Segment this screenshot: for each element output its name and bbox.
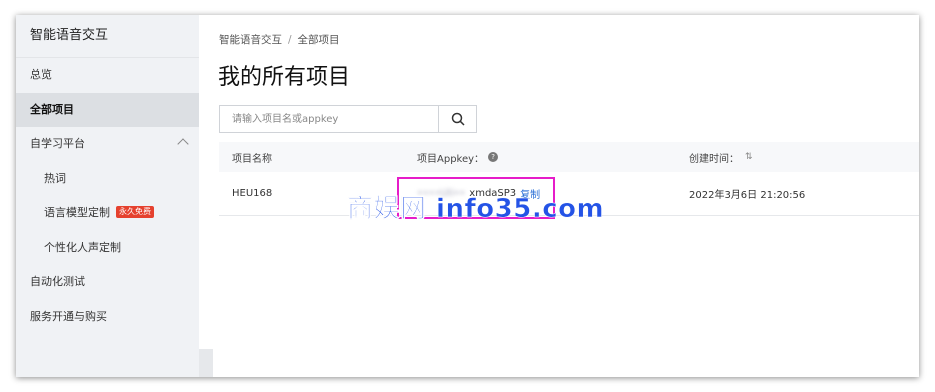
search-input[interactable] xyxy=(220,106,438,132)
search-box xyxy=(219,105,477,133)
created-time-cell: 2022年3月6日 21:20:56 xyxy=(689,190,806,201)
search-icon xyxy=(451,112,465,126)
sidebar-item-hotwords[interactable]: 热词 xyxy=(16,162,199,197)
sidebar-item-overview[interactable]: 总览 xyxy=(16,58,199,93)
watermark: 商娱网 info35.com xyxy=(347,194,605,225)
sidebar-item-purchase[interactable]: 服务开通与购买 xyxy=(16,300,199,335)
help-icon[interactable]: ? xyxy=(488,152,499,162)
page-title: 我的所有项目 xyxy=(218,65,351,90)
sort-icon[interactable]: ⇅ xyxy=(745,152,753,162)
sidebar-item-custom-voice[interactable]: 个性化人声定制 xyxy=(16,231,199,266)
breadcrumb: 智能语音交互 / 全部项目 xyxy=(219,32,340,47)
header-label: 项目Appkey： xyxy=(417,153,485,165)
sidebar-item-language-model[interactable]: 语言模型定制 永久免费 xyxy=(16,196,199,231)
sidebar-item-label: 语言模型定制 xyxy=(44,206,110,219)
header-label: 项目名称 xyxy=(232,153,272,165)
breadcrumb-separator: / xyxy=(288,34,292,46)
free-badge: 永久免费 xyxy=(116,206,154,218)
sidebar-item-all-projects[interactable]: 全部项目 xyxy=(16,92,199,127)
sidebar-item-label: 自动化测试 xyxy=(30,275,85,288)
sidebar-item-label: 自学习平台 xyxy=(30,137,85,150)
header-created-time: 创建时间： ⇅ xyxy=(689,142,753,172)
sidebar-item-label: 服务开通与购买 xyxy=(30,309,107,323)
sidebar-item-auto-test[interactable]: 自动化测试 xyxy=(16,265,199,300)
chevron-up-icon[interactable] xyxy=(177,138,189,150)
header-label: 创建时间： xyxy=(689,153,739,165)
project-name-cell[interactable]: HEU168 xyxy=(232,172,272,215)
header-appkey: 项目Appkey：? xyxy=(417,142,499,172)
search-button[interactable] xyxy=(438,106,476,132)
header-project-name: 项目名称 xyxy=(232,142,272,172)
sidebar-item-label: 热词 xyxy=(44,171,66,185)
sidebar-item-label: 总览 xyxy=(30,68,52,81)
table-header: 项目名称 项目Appkey：? 创建时间： ⇅ xyxy=(219,142,919,172)
breadcrumb-root[interactable]: 智能语音交互 xyxy=(219,34,282,46)
sidebar: 智能语音交互 总览 全部项目 自学习平台 热词 语言模型定制 永久免费 个性化人声… xyxy=(16,15,199,377)
sidebar-item-self-learning-platform[interactable]: 自学习平台 xyxy=(16,127,199,162)
sidebar-brand: 智能语音交互 xyxy=(16,15,199,58)
sidebar-item-label: 个性化人声定制 xyxy=(44,240,121,254)
sidebar-item-label: 全部项目 xyxy=(30,102,74,116)
breadcrumb-current: 全部项目 xyxy=(297,34,340,46)
